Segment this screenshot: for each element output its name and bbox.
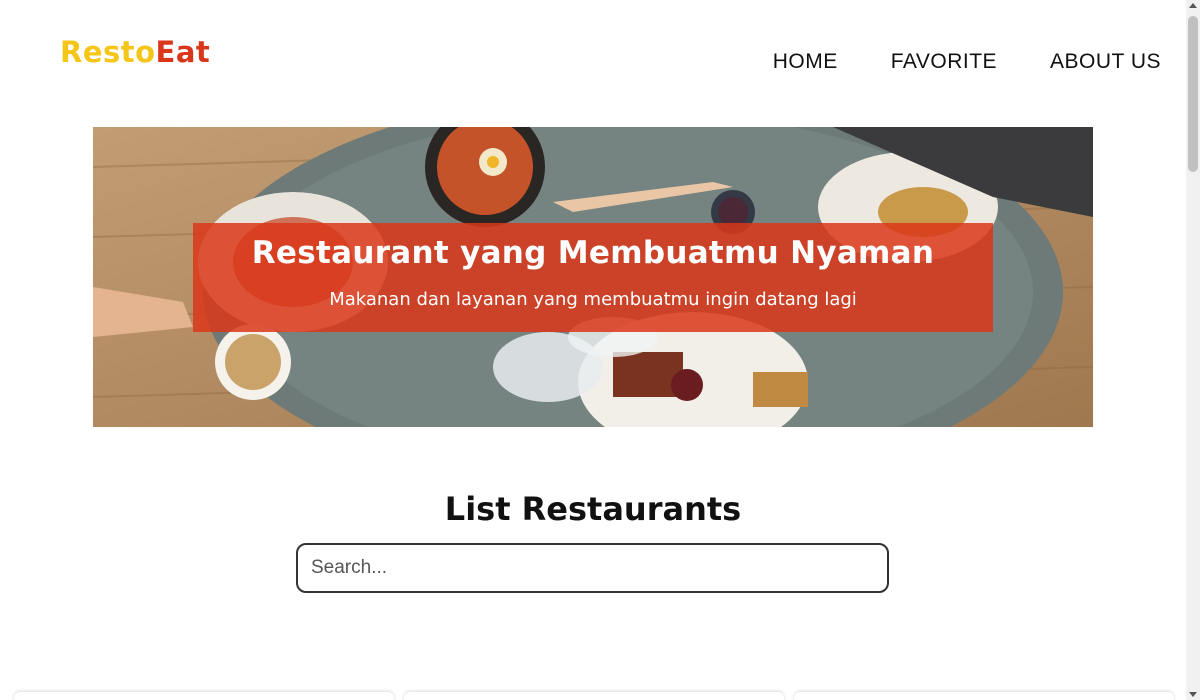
- logo-text-resto: Resto: [60, 35, 156, 69]
- hero-title: Restaurant yang Membuatmu Nyaman: [251, 235, 935, 271]
- restaurant-card[interactable]: [404, 692, 784, 700]
- main-nav: HOME FAVORITE ABOUT US: [773, 50, 1161, 74]
- site-header: RestoEat HOME FAVORITE ABOUT US: [0, 0, 1186, 110]
- scroll-down-icon[interactable]: [1189, 692, 1197, 697]
- nav-home-link[interactable]: HOME: [773, 50, 838, 74]
- scrollbar-thumb[interactable]: [1188, 16, 1198, 172]
- scroll-up-icon[interactable]: [1189, 3, 1197, 8]
- nav-about-us-link[interactable]: ABOUT US: [1050, 50, 1161, 74]
- restaurant-card[interactable]: [14, 692, 394, 700]
- list-restaurants-heading: List Restaurants: [444, 490, 742, 528]
- restaurant-card[interactable]: [794, 692, 1174, 700]
- restoeat-logo[interactable]: RestoEat: [60, 38, 210, 67]
- nav-favorite-link[interactable]: FAVORITE: [891, 50, 997, 74]
- hero-banner: Restaurant yang Membuatmu Nyaman Makanan…: [93, 127, 1093, 427]
- logo-text-eat: Eat: [155, 35, 211, 69]
- hero-caption: Restaurant yang Membuatmu Nyaman Makanan…: [193, 223, 993, 332]
- hero-subtitle: Makanan dan layanan yang membuatmu ingin…: [329, 289, 857, 310]
- page-scrollbar[interactable]: [1186, 0, 1200, 700]
- search-input[interactable]: [296, 543, 889, 593]
- restaurant-card-list: [14, 692, 1174, 700]
